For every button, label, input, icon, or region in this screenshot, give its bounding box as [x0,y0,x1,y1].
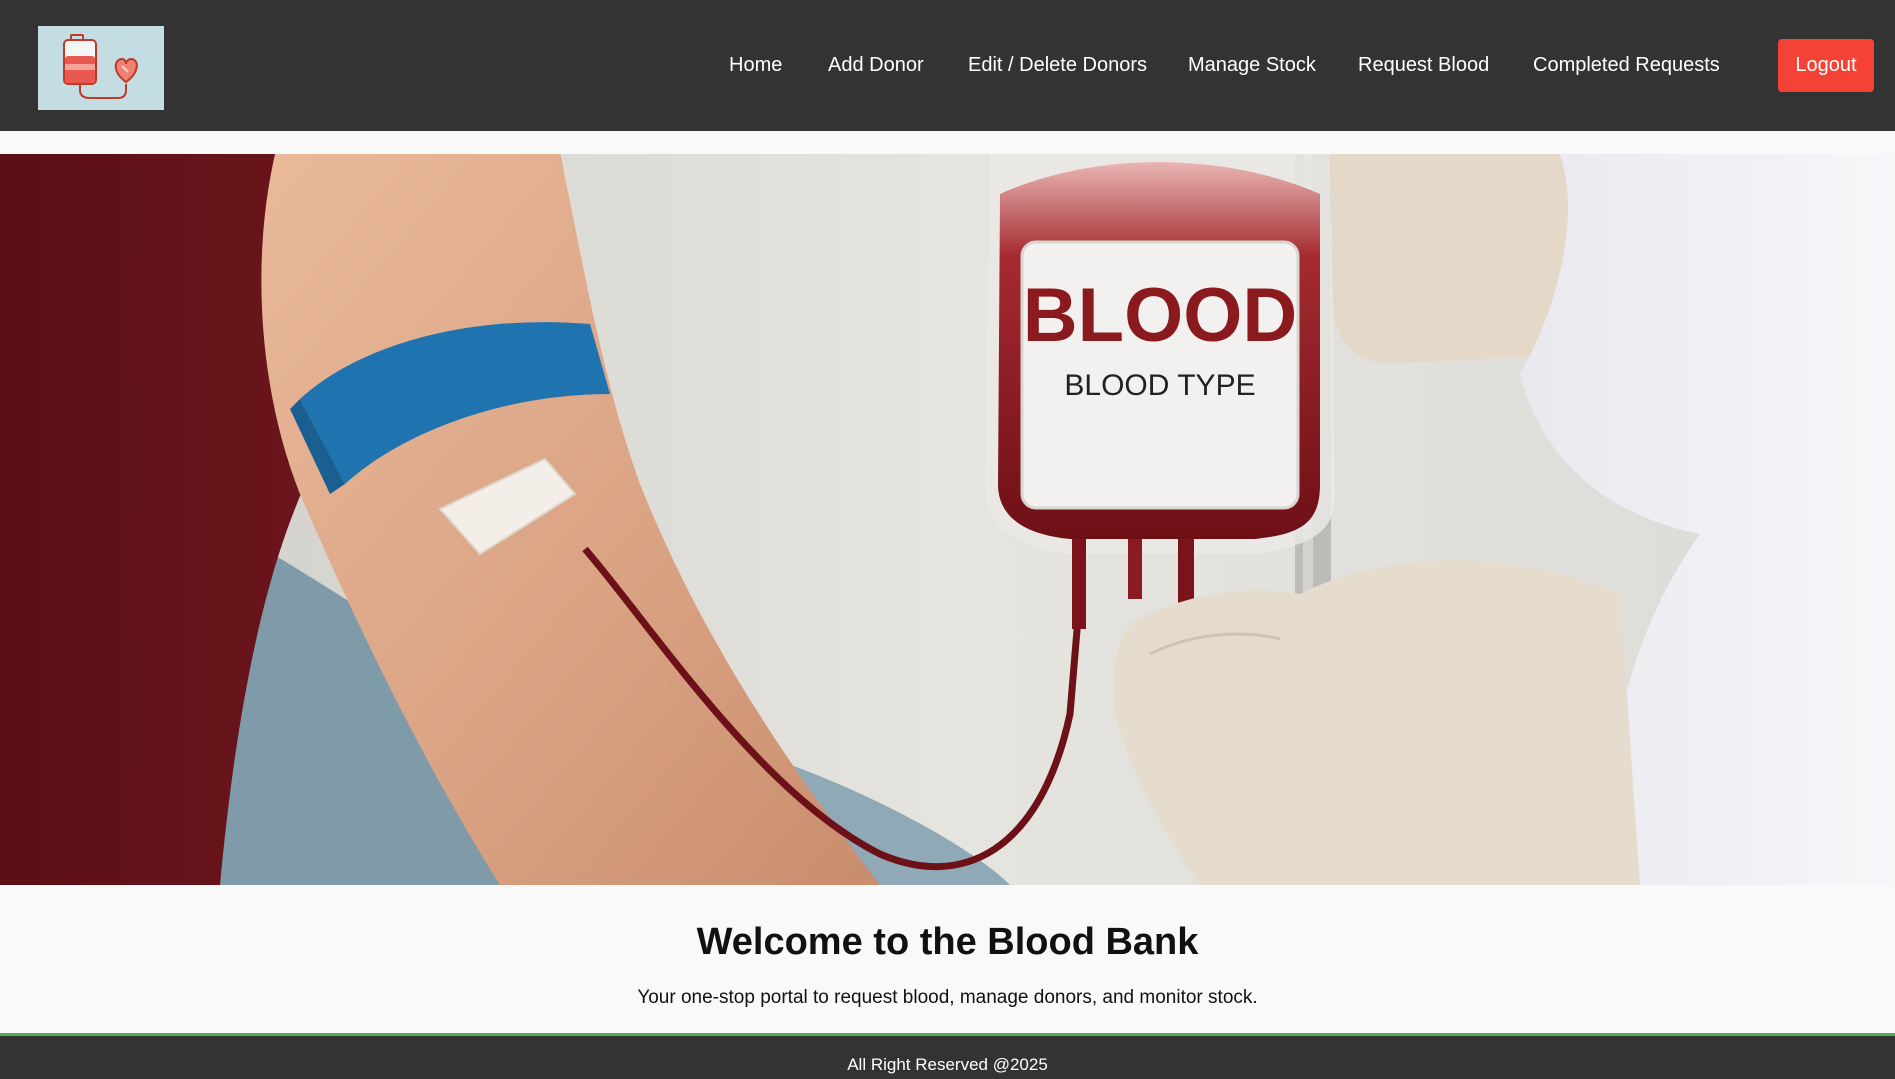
blood-donation-illustration: BLOOD BLOOD TYPE [0,154,1895,885]
bag-label-title: BLOOD [1023,273,1297,358]
footer: All Right Reserved @2025 [0,1033,1895,1079]
hero-image: BLOOD BLOOD TYPE [0,154,1895,885]
logout-button[interactable]: Logout [1778,39,1874,92]
footer-copyright: All Right Reserved @2025 [847,1055,1048,1074]
page-title: Welcome to the Blood Bank [696,921,1199,963]
nav-link-request-blood[interactable]: Request Blood [1358,52,1489,78]
main-nav: Home Add Donor Edit / Delete Donors Mana… [0,0,1895,131]
navbar: Home Add Donor Edit / Delete Donors Mana… [0,0,1895,131]
bag-label-subtitle: BLOOD TYPE [1064,369,1255,402]
page-tagline: Your one-stop portal to request blood, m… [637,987,1258,1008]
nav-link-completed-requests[interactable]: Completed Requests [1533,52,1720,78]
nav-link-home[interactable]: Home [729,52,782,78]
nav-link-add-donor[interactable]: Add Donor [828,52,924,78]
nav-link-manage-stock[interactable]: Manage Stock [1188,52,1316,78]
nav-link-edit-delete-donors[interactable]: Edit / Delete Donors [968,52,1147,78]
